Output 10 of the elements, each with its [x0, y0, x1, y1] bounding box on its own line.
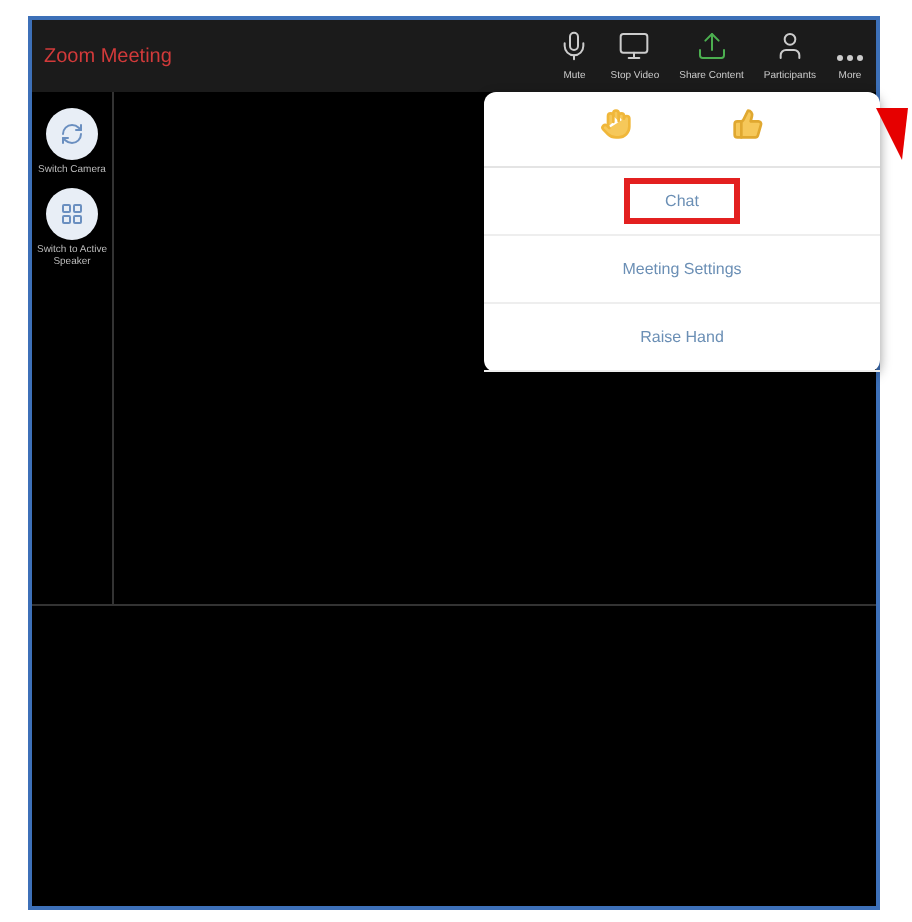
annotation-arrow — [876, 108, 908, 160]
menu-item[interactable]: Raise Hand — [484, 304, 880, 372]
more-icon — [836, 54, 864, 62]
window-title: Zoom Meeting — [44, 45, 172, 67]
grid-icon — [60, 202, 84, 226]
thumbs-up-icon[interactable] — [732, 108, 764, 140]
rotate-icon — [60, 122, 84, 146]
upload-icon — [695, 30, 728, 62]
monitor-icon — [618, 30, 651, 62]
hand-icon[interactable] — [600, 108, 632, 140]
